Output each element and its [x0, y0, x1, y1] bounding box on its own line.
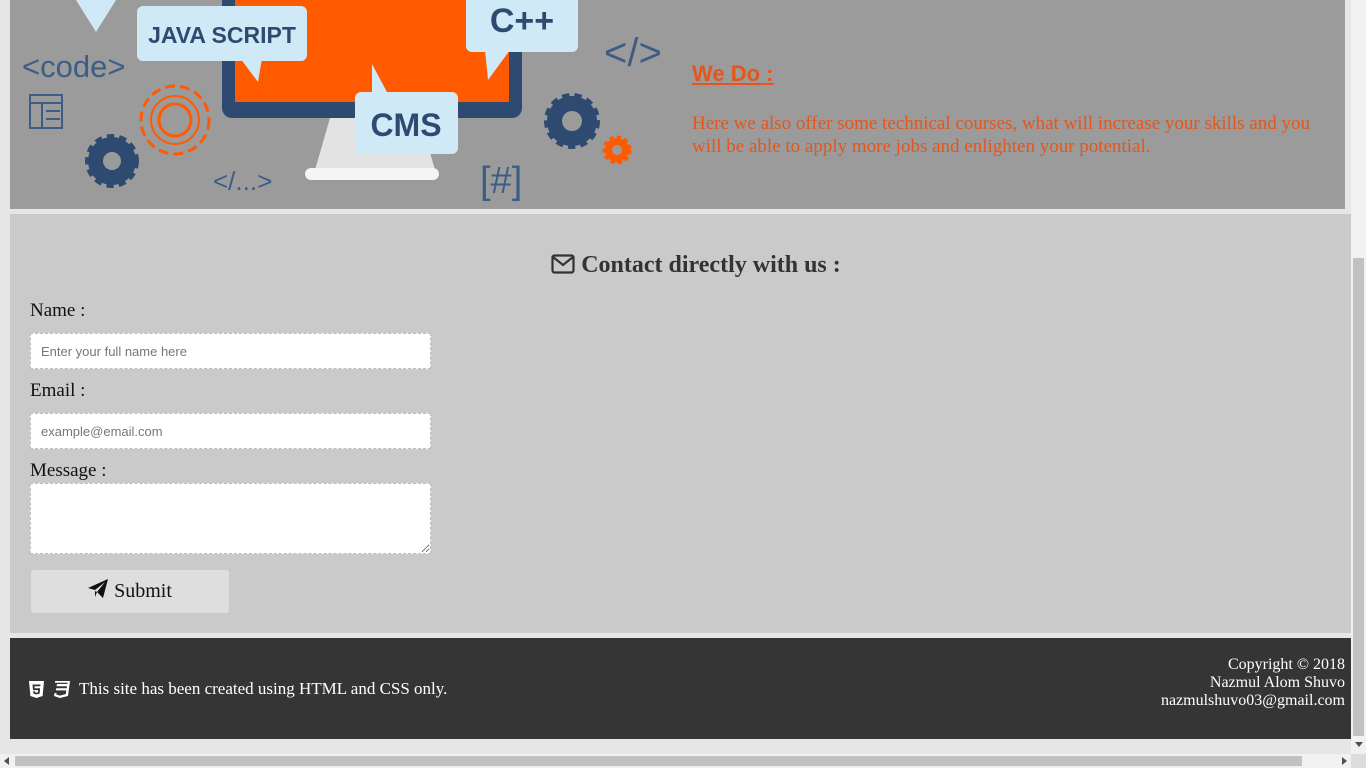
author-email: nazmulshuvo03@gmail.com	[1160, 692, 1345, 709]
vertical-scrollbar-thumb[interactable]	[1353, 258, 1364, 736]
dark-gear-icon	[85, 134, 139, 188]
small-orange-gear-icon	[602, 135, 632, 165]
cpp-bubble-label: C++	[490, 2, 554, 40]
orange-gear-icon	[139, 84, 211, 156]
ellipsis-tag-text: </...>	[213, 166, 272, 196]
copyright-text: Copyright © 2018	[1227, 656, 1345, 673]
cms-bubble-label: CMS	[370, 107, 441, 143]
scroll-right-arrow-icon[interactable]	[1342, 757, 1347, 765]
dark-gear-icon-2	[544, 93, 600, 149]
name-label: Name :	[30, 300, 86, 321]
we-do-banner: JAVA SCRIPT C++ CMS <code> </> </...> [#…	[10, 0, 1345, 209]
vertical-scrollbar[interactable]	[1351, 0, 1366, 754]
contact-title: Contact directly with us :	[10, 252, 1366, 281]
code-tag-text: <code>	[22, 49, 125, 84]
horizontal-scrollbar[interactable]	[0, 754, 1351, 768]
paper-plane-icon	[88, 579, 109, 604]
scrollbar-corner	[1351, 754, 1366, 768]
we-do-title: We Do :	[692, 61, 774, 86]
css3-icon	[53, 680, 70, 698]
scroll-left-arrow-icon[interactable]	[4, 757, 9, 765]
diamond-icon	[76, 0, 116, 32]
web-development-illustration: JAVA SCRIPT C++ CMS <code> </> </...> [#…	[22, 0, 662, 202]
layout-icon	[29, 94, 63, 129]
we-do-description: Here we also offer some technical course…	[692, 113, 1311, 157]
submit-button-label: Submit	[114, 580, 172, 602]
footer-copyright-block: Copyright © 2018 Nazmul Alom Shuvo nazmu…	[1161, 656, 1345, 710]
email-input[interactable]	[30, 413, 431, 449]
message-textarea[interactable]	[30, 483, 431, 554]
monitor-base	[305, 168, 439, 180]
envelope-icon	[551, 254, 575, 281]
javascript-bubble-label: JAVA SCRIPT	[148, 22, 296, 48]
name-input[interactable]	[30, 333, 431, 369]
footer-credit: This site has been created using HTML an…	[29, 679, 447, 699]
html5-icon	[29, 680, 44, 698]
message-label: Message :	[30, 460, 107, 481]
author-name: Nazmul Alom Shuvo	[1209, 674, 1345, 691]
hash-tag-text: [#]	[480, 160, 522, 202]
footer-credit-text: This site has been created using HTML an…	[79, 679, 448, 698]
email-label: Email :	[30, 380, 86, 401]
site-footer: This site has been created using HTML an…	[10, 638, 1351, 739]
submit-button[interactable]: Submit	[31, 570, 229, 613]
scroll-down-arrow-icon[interactable]	[1355, 742, 1363, 747]
close-tag-text: </>	[604, 31, 662, 75]
contact-title-text: Contact directly with us :	[581, 252, 841, 278]
horizontal-scrollbar-thumb[interactable]	[15, 756, 1302, 766]
contact-section: Contact directly with us : Name : Email …	[10, 214, 1351, 633]
